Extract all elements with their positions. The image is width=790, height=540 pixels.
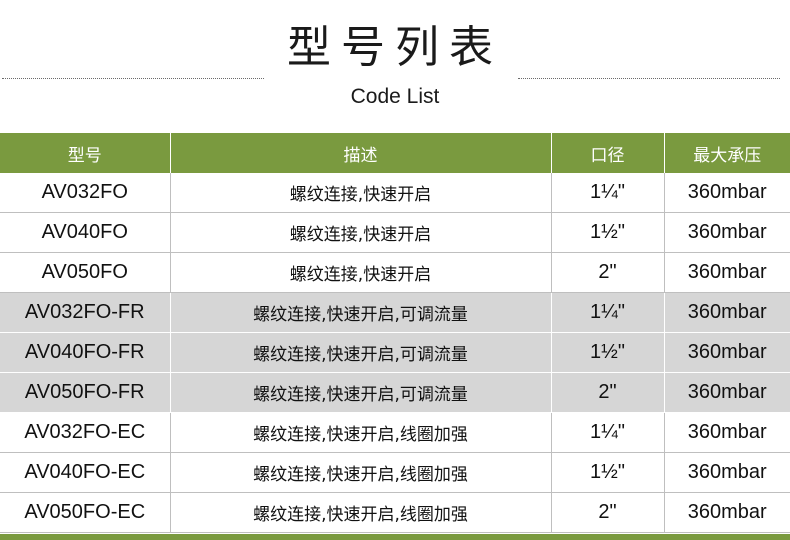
cell-description: 螺纹连接,快速开启 xyxy=(170,212,552,253)
cell-port-size: 1½" xyxy=(551,332,665,373)
cell-max-pressure: 360mbar xyxy=(664,372,790,413)
column-header-port-size: 口径 xyxy=(551,133,665,173)
table-row: AV032FO 螺纹连接,快速开启 1¼" 360mbar xyxy=(0,173,790,213)
cell-model: AV040FO xyxy=(0,212,171,253)
title-rule-right xyxy=(518,78,780,79)
cell-max-pressure: 360mbar xyxy=(664,412,790,453)
cell-description: 螺纹连接,快速开启,线圈加强 xyxy=(170,452,552,493)
cell-port-size: 1½" xyxy=(551,452,665,493)
cell-port-size: 1¼" xyxy=(551,412,665,453)
cell-port-size: 1½" xyxy=(551,212,665,253)
cell-port-size: 2" xyxy=(551,492,665,533)
cell-max-pressure: 360mbar xyxy=(664,173,790,213)
cell-description: 螺纹连接,快速开启,可调流量 xyxy=(170,292,552,333)
cell-model: AV032FO-EC xyxy=(0,412,171,453)
cell-model: AV032FO-FR xyxy=(0,292,171,333)
cell-description: 螺纹连接,快速开启,线圈加强 xyxy=(170,412,552,453)
table-row: AV032FO-FR 螺纹连接,快速开启,可调流量 1¼" 360mbar xyxy=(0,292,790,333)
table-row: AV040FO 螺纹连接,快速开启 1½" 360mbar xyxy=(0,212,790,253)
table-header-row: 型号 描述 口径 最大承压 xyxy=(0,133,790,173)
cell-model: AV050FO-EC xyxy=(0,492,171,533)
page-header: 型号列表 Code List xyxy=(0,0,790,132)
cell-description: 螺纹连接,快速开启,线圈加强 xyxy=(170,492,552,533)
table-row: AV050FO 螺纹连接,快速开启 2" 360mbar xyxy=(0,252,790,293)
cell-description: 螺纹连接,快速开启 xyxy=(170,252,552,293)
cell-max-pressure: 360mbar xyxy=(664,212,790,253)
cell-model: AV050FO-FR xyxy=(0,372,171,413)
title-rule-left xyxy=(2,78,264,79)
column-header-max-pressure: 最大承压 xyxy=(664,133,790,173)
cell-model: AV032FO xyxy=(0,173,171,213)
cell-description: 螺纹连接,快速开启,可调流量 xyxy=(170,372,552,413)
cell-port-size: 2" xyxy=(551,372,665,413)
cell-model: AV040FO-FR xyxy=(0,332,171,373)
cell-max-pressure: 360mbar xyxy=(664,492,790,533)
cell-max-pressure: 360mbar xyxy=(664,292,790,333)
cell-max-pressure: 360mbar xyxy=(664,452,790,493)
table-row: AV040FO-FR 螺纹连接,快速开启,可调流量 1½" 360mbar xyxy=(0,332,790,373)
cell-port-size: 1¼" xyxy=(551,292,665,333)
cell-port-size: 2" xyxy=(551,252,665,293)
cell-max-pressure: 360mbar xyxy=(664,332,790,373)
page-subtitle: Code List xyxy=(350,85,440,108)
table-row: AV032FO-EC 螺纹连接,快速开启,线圈加强 1¼" 360mbar xyxy=(0,412,790,453)
page-title: 型号列表 xyxy=(287,22,503,73)
table-body: AV032FO 螺纹连接,快速开启 1¼" 360mbar AV040FO 螺纹连接,快速… xyxy=(0,173,790,533)
table-row: AV040FO-EC 螺纹连接,快速开启,线圈加强 1½" 360mbar xyxy=(0,452,790,493)
table-header: 型号 描述 口径 最大承压 xyxy=(0,133,790,173)
code-list-table: 型号 描述 口径 最大承压 AV032FO 螺纹连接,快速开启 1¼" 360mbar… xyxy=(0,133,790,533)
table-row: AV050FO-EC 螺纹连接,快速开启,线圈加强 2" 360mbar xyxy=(0,492,790,533)
column-header-model: 型号 xyxy=(0,133,171,173)
bottom-accent-bar xyxy=(0,534,790,540)
table-row: AV050FO-FR 螺纹连接,快速开启,可调流量 2" 360mbar xyxy=(0,372,790,413)
cell-description: 螺纹连接,快速开启 xyxy=(170,173,552,213)
cell-max-pressure: 360mbar xyxy=(664,252,790,293)
cell-description: 螺纹连接,快速开启,可调流量 xyxy=(170,332,552,373)
cell-model: AV040FO-EC xyxy=(0,452,171,493)
cell-model: AV050FO xyxy=(0,252,171,293)
cell-port-size: 1¼" xyxy=(551,173,665,213)
column-header-description: 描述 xyxy=(170,133,552,173)
